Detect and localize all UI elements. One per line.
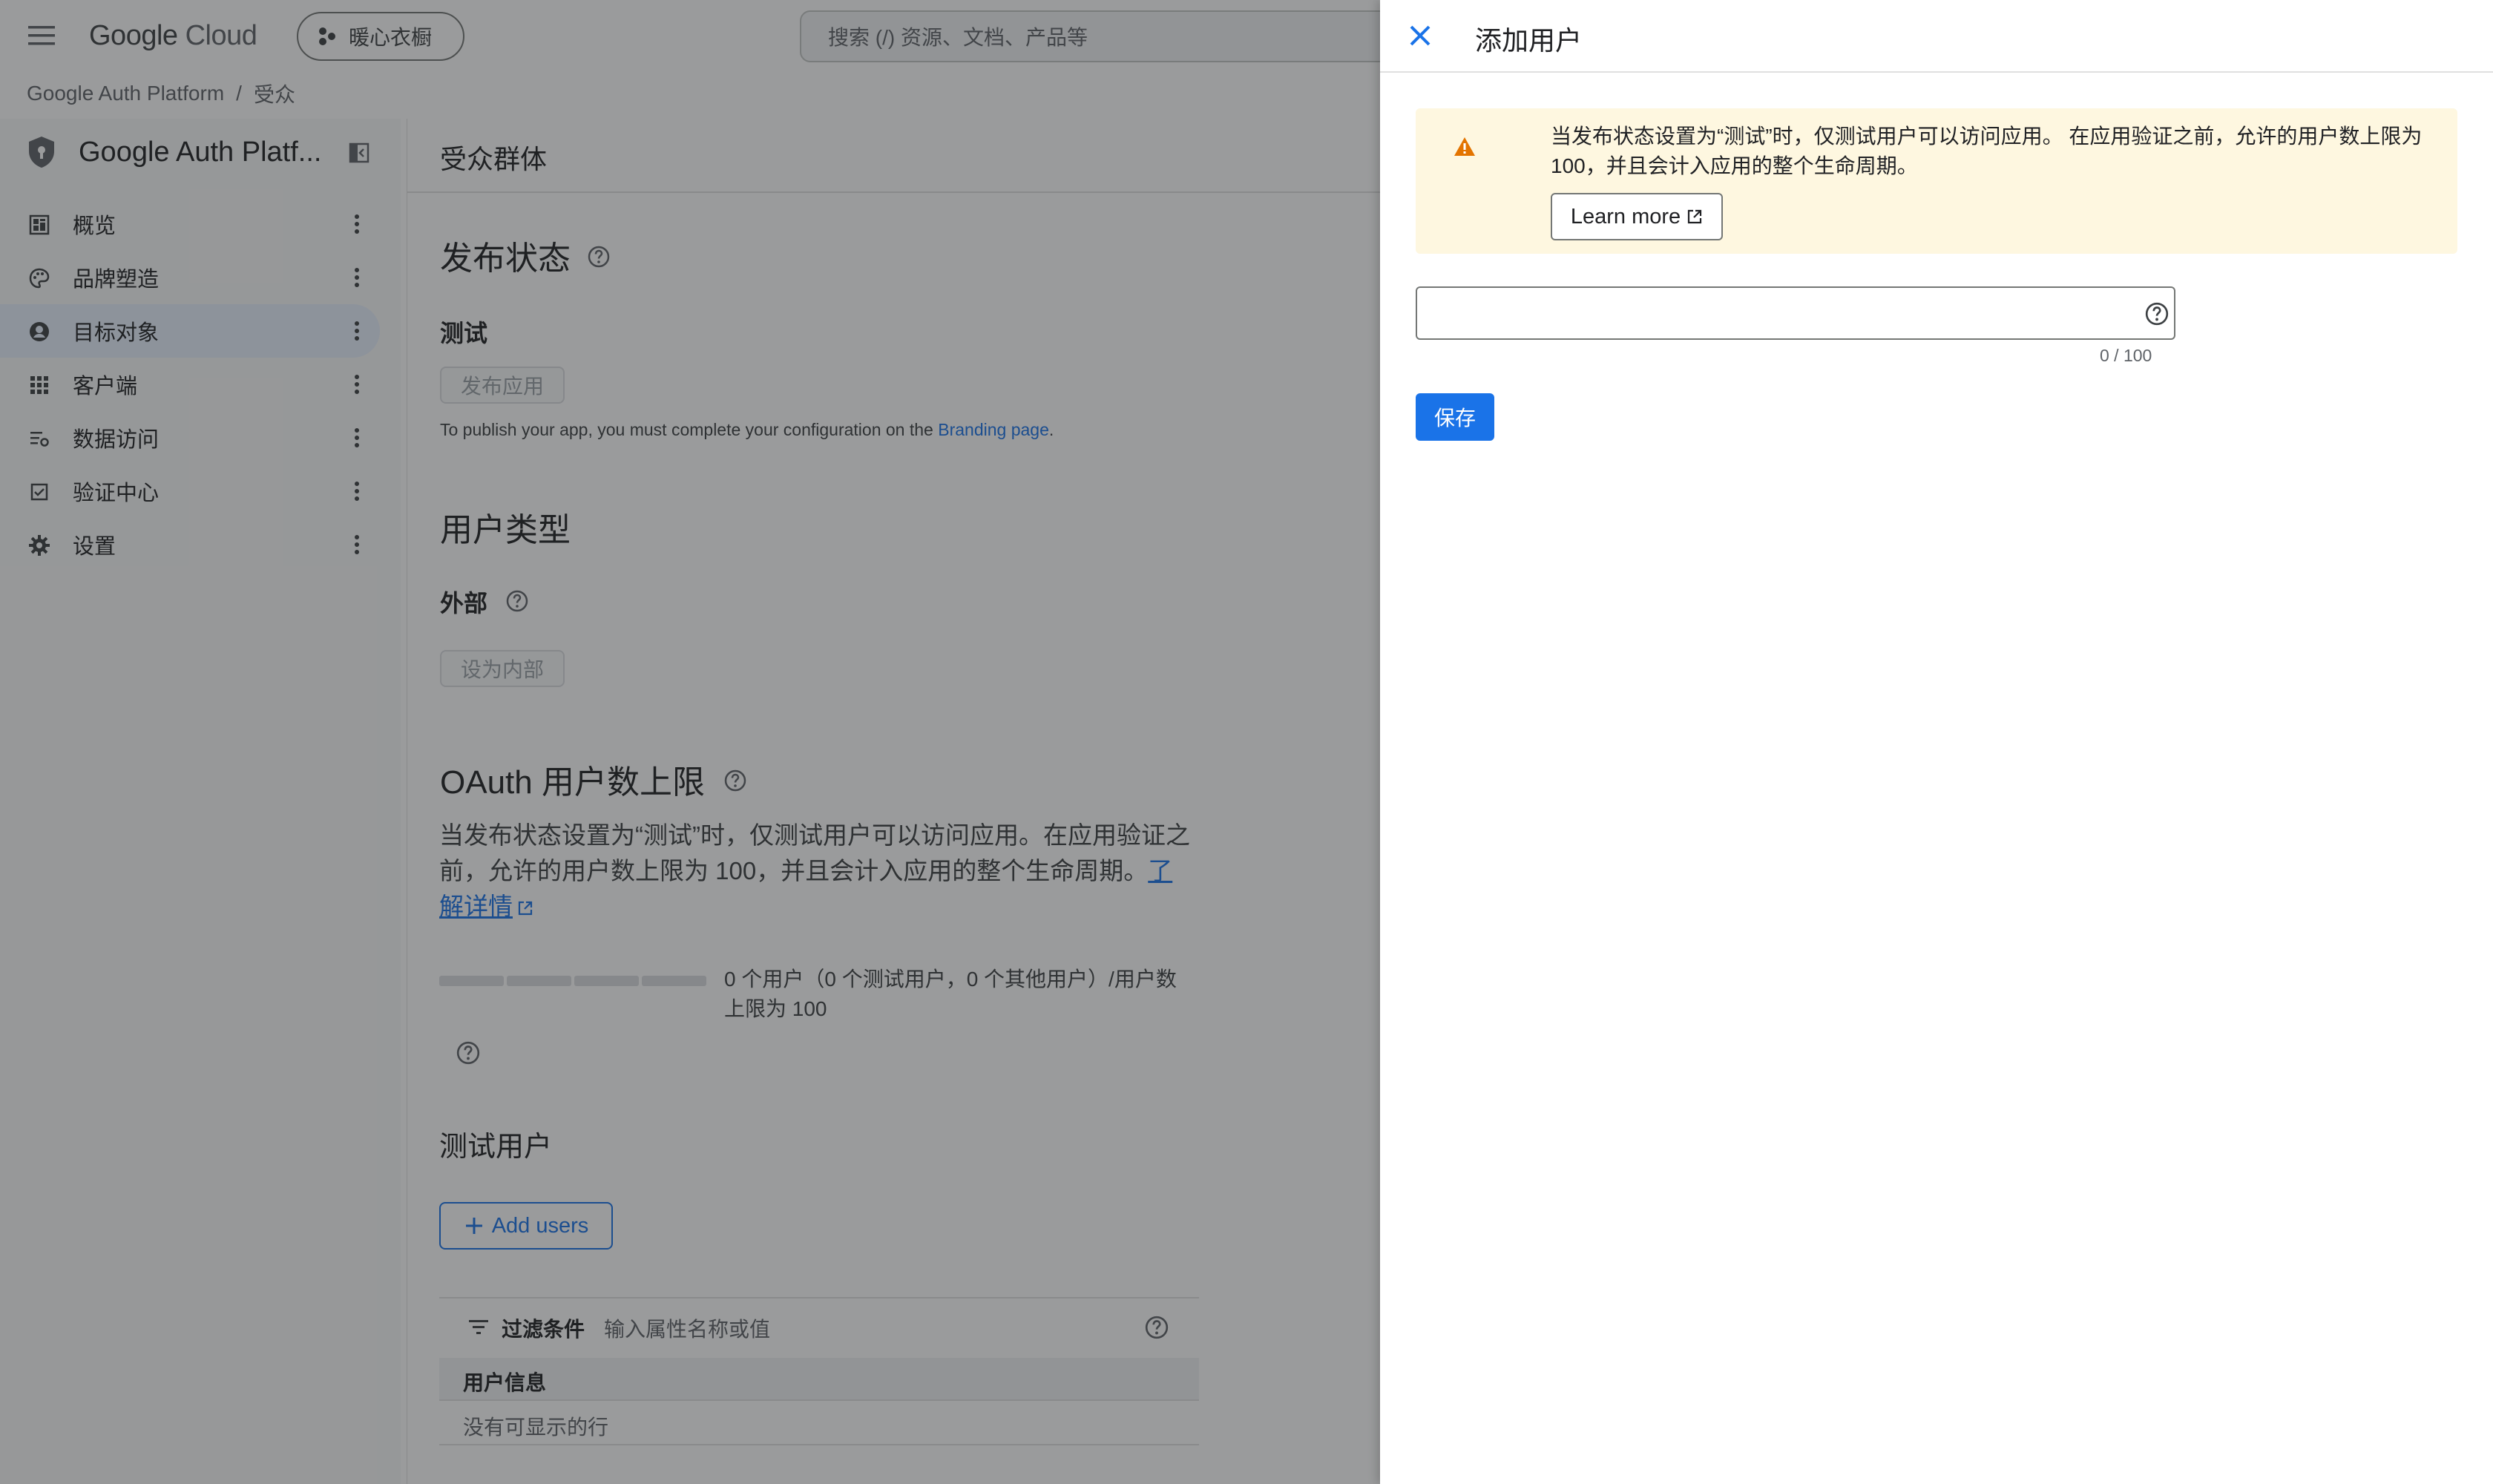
panel-title: 添加用户 (1475, 25, 1583, 56)
user-email-field[interactable] (1429, 295, 2100, 332)
character-count: 0 / 100 (2100, 346, 2152, 365)
test-mode-warning: 当发布状态设置为“测试”时，仅测试用户可以访问应用。 在应用验证之前，允许的用户… (1416, 108, 2457, 254)
external-link-icon (1688, 209, 1702, 224)
close-panel-button[interactable] (1402, 18, 1438, 53)
warning-icon (1454, 137, 1475, 156)
user-email-input[interactable] (1416, 286, 2175, 340)
help-icon[interactable] (2144, 301, 2170, 326)
add-users-panel: 添加用户 当发布状态设置为“测试”时，仅测试用户可以访问应用。 在应用验证之前，… (1380, 0, 2493, 1484)
modal-scrim[interactable] (0, 0, 1380, 1484)
learn-more-button[interactable]: Learn more (1551, 193, 1723, 240)
panel-header: 添加用户 (1380, 0, 2493, 73)
close-icon (1410, 25, 1431, 46)
save-button[interactable]: 保存 (1416, 393, 1494, 441)
warning-text: 当发布状态设置为“测试”时，仅测试用户可以访问应用。 在应用验证之前，允许的用户… (1551, 125, 2423, 177)
